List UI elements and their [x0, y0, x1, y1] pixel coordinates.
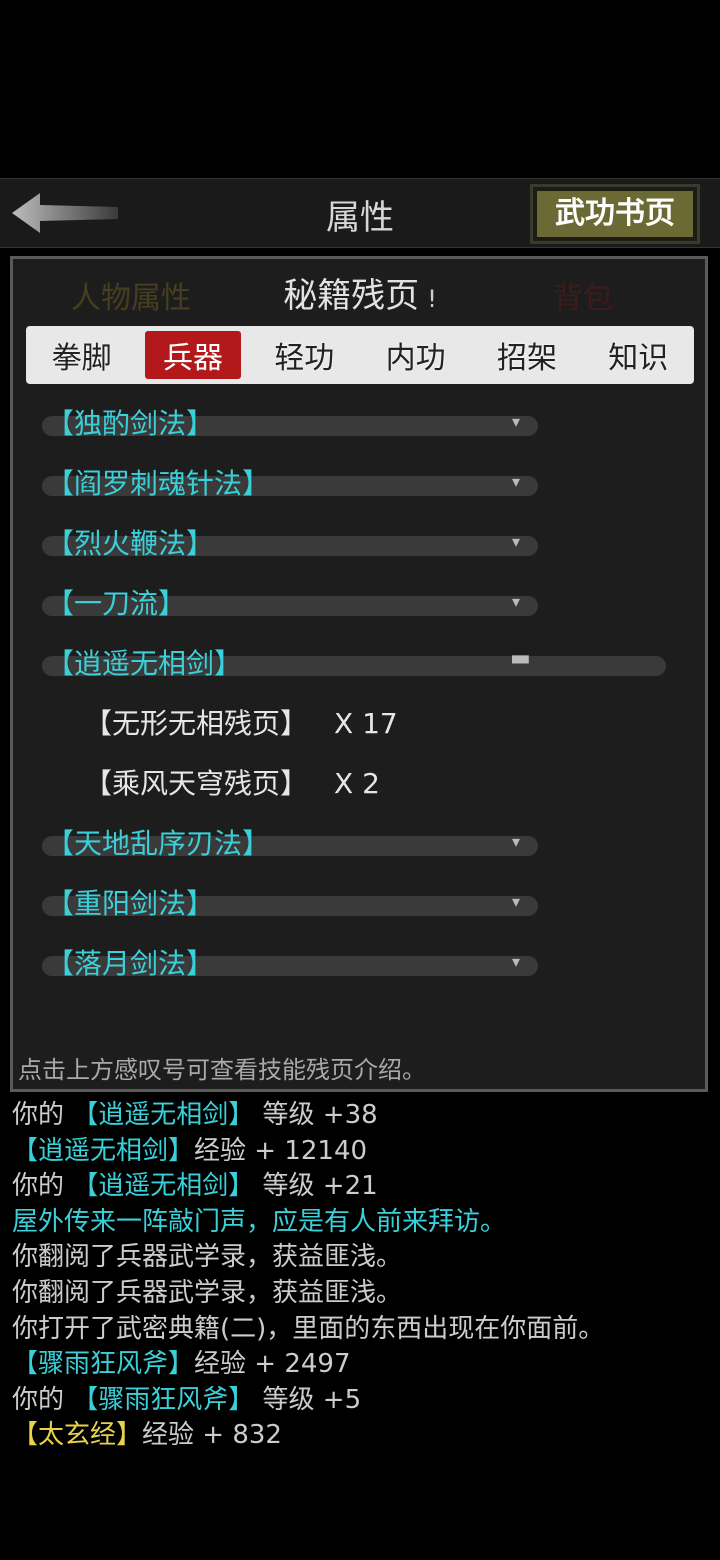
log-line: 你的 【逍遥无相剑】 等级 +21 [12, 1169, 712, 1205]
log-line: 你翻阅了兵器武学录，获益匪浅。 [12, 1276, 712, 1312]
info-exclamation-icon[interactable]: ! [427, 285, 437, 313]
log-line: 你翻阅了兵器武学录，获益匪浅。 [12, 1240, 712, 1276]
log-line: 你的 【骤雨狂风斧】 等级 +5 [12, 1383, 712, 1419]
log-text: 等级 +5 [254, 1384, 362, 1415]
tab-qinggong[interactable]: 轻功 [256, 331, 352, 379]
log-skill-name: 【骤雨狂风斧】 [72, 1384, 255, 1415]
tab-bingqi[interactable]: 兵器 [144, 331, 241, 379]
group-name: 【烈火鞭法】 [46, 527, 215, 560]
log-text: 你翻阅了兵器武学录，获益匪浅。 [12, 1242, 403, 1273]
log-skill-name: 【逍遥无相剑】 [72, 1100, 255, 1130]
collapse-icon[interactable]: ▬ [510, 646, 531, 671]
group-name: 【重阳剑法】 [46, 887, 215, 920]
chevron-down-icon[interactable]: ▾ [512, 412, 520, 431]
log-line: 屋外传来一阵敲门声，应是有人前来拜访。 [12, 1205, 712, 1241]
chevron-down-icon[interactable]: ▾ [512, 892, 520, 911]
log-text: 你翻阅了兵器武学录，获益匪浅。 [12, 1277, 403, 1308]
log-text: 你的 [12, 1100, 73, 1130]
message-log: 你的 【逍遥无相剑】 等级 +38 【逍遥无相剑】经验 + 12140 你的 【… [12, 1098, 712, 1454]
modal-title: 秘籍残页! [0, 268, 720, 317]
group-name: 【逍遥无相剑】 [46, 647, 243, 680]
log-skill-name: 【逍遥无相剑】 [12, 1135, 195, 1166]
log-skill-name: 【逍遥无相剑】 [72, 1171, 255, 1202]
log-text: 经验 + 2497 [194, 1349, 351, 1380]
log-text: 你的 [12, 1171, 73, 1202]
fragment-qty: X 2 [334, 767, 380, 800]
log-line: 你打开了武密典籍(二)，里面的东西出现在你面前。 [12, 1312, 712, 1348]
group-name: 【天地乱序刃法】 [46, 827, 271, 860]
log-text: 等级 +38 [254, 1100, 378, 1130]
tab-neigong[interactable]: 内功 [368, 331, 464, 379]
chevron-down-icon[interactable]: ▾ [512, 832, 520, 851]
group-name: 【一刀流】 [46, 587, 187, 620]
tab-zhaojia[interactable]: 招架 [479, 331, 575, 379]
category-tabs: 拳脚 兵器 轻功 内功 招架 知识 [26, 326, 694, 384]
group-name: 【独酌剑法】 [46, 407, 215, 440]
fragment-name: 【乘风天穹残页】 [84, 767, 309, 800]
group-name: 【阎罗刺魂针法】 [46, 467, 271, 500]
log-text: 你打开了武密典籍(二)，里面的东西出现在你面前。 [12, 1313, 605, 1344]
log-event-text: 屋外传来一阵敲门声，应是有人前来拜访。 [12, 1206, 507, 1237]
tab-quanjiao[interactable]: 拳脚 [34, 331, 130, 379]
fragment-name: 【无形无相残页】 [84, 707, 309, 740]
log-text: 经验 + 12140 [194, 1135, 368, 1166]
wugong-shuye-label: 武功书页 [537, 191, 693, 237]
log-line: 【逍遥无相剑】经验 + 12140 [12, 1134, 712, 1170]
log-line: 你的 【逍遥无相剑】 等级 +38 [12, 1098, 712, 1134]
chevron-down-icon[interactable]: ▾ [512, 532, 520, 551]
fragment-item[interactable]: 【无形无相残页】 X 17 [84, 702, 398, 742]
chevron-down-icon[interactable]: ▾ [512, 472, 520, 491]
log-text: 你的 [12, 1384, 73, 1415]
log-skill-name: 【太玄经】 [12, 1420, 143, 1451]
log-line: 【太玄经】经验 + 832 [12, 1418, 712, 1454]
tab-zhishi[interactable]: 知识 [590, 331, 686, 379]
log-text: 等级 +21 [254, 1171, 378, 1202]
chevron-down-icon[interactable]: ▾ [512, 592, 520, 611]
log-skill-name: 【骤雨狂风斧】 [12, 1349, 195, 1380]
group-name: 【落月剑法】 [46, 947, 215, 980]
log-line: 【骤雨狂风斧】经验 + 2497 [12, 1347, 712, 1383]
modal-title-text: 秘籍残页 [283, 276, 420, 316]
fragment-qty: X 17 [334, 707, 398, 740]
wugong-shuye-button[interactable]: 武功书页 [530, 184, 700, 244]
fragment-item[interactable]: 【乘风天穹残页】 X 2 [84, 762, 380, 802]
chevron-down-icon[interactable]: ▾ [512, 952, 520, 971]
log-text: 经验 + 832 [142, 1420, 282, 1451]
hint-text: 点击上方感叹号可查看技能残页介绍。 [18, 1056, 426, 1084]
